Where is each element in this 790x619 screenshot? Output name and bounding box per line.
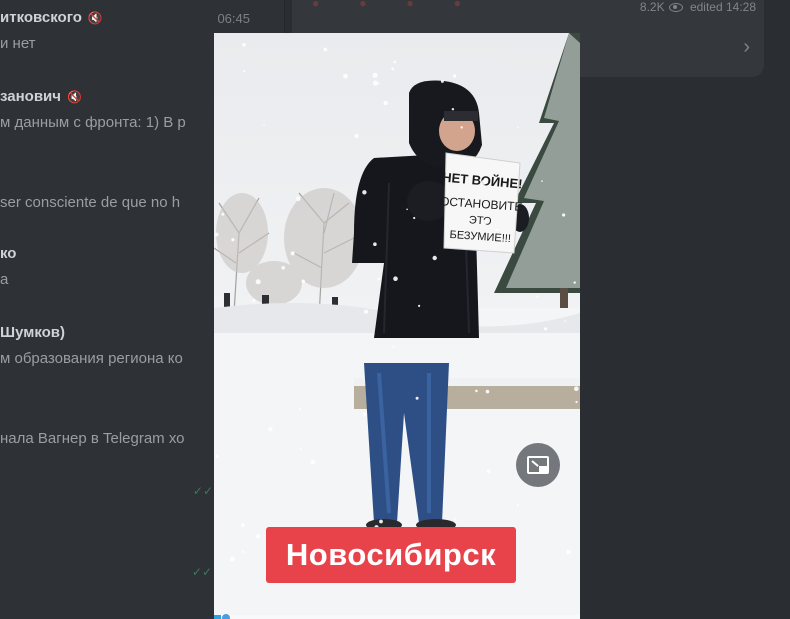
location-caption: Новосибирск bbox=[266, 527, 516, 583]
snowflake bbox=[485, 389, 490, 394]
picture-in-picture-button[interactable] bbox=[516, 443, 560, 487]
snowflake bbox=[393, 60, 397, 64]
snowflake bbox=[391, 67, 395, 71]
double-check-icon: ✓✓ bbox=[191, 565, 212, 579]
snowflake bbox=[475, 389, 478, 393]
snowflake bbox=[454, 518, 457, 522]
snowflake bbox=[323, 47, 328, 52]
snowflake bbox=[215, 454, 219, 459]
snowflake bbox=[379, 519, 383, 524]
post-meta: 8.2K edited 14:28 bbox=[640, 0, 756, 14]
double-check-icon: ✓✓ bbox=[192, 484, 213, 498]
snowflake bbox=[495, 228, 499, 232]
snowflake bbox=[573, 281, 576, 284]
muted-icon: 🔇 bbox=[66, 90, 82, 104]
snowflake bbox=[415, 396, 419, 400]
snowflake bbox=[299, 448, 302, 451]
picture-in-picture-icon bbox=[527, 456, 549, 474]
snowflake bbox=[564, 320, 567, 322]
edited-label: edited 14:28 bbox=[689, 0, 756, 14]
snowflake bbox=[343, 73, 348, 79]
snowflake bbox=[487, 469, 491, 473]
snowflake bbox=[298, 408, 302, 411]
snowflake bbox=[296, 196, 301, 201]
chat-time: 06:45 bbox=[217, 11, 250, 26]
snowflake bbox=[517, 126, 519, 129]
snowflake bbox=[214, 232, 219, 237]
chat-preview: м данным с фронта: 1) В р bbox=[0, 114, 186, 131]
snowflake bbox=[392, 346, 395, 348]
snowflake bbox=[432, 255, 437, 261]
snowflake bbox=[413, 216, 416, 220]
chat-name: ко bbox=[0, 245, 17, 262]
snowflake bbox=[481, 219, 487, 225]
snowflake bbox=[242, 43, 246, 47]
snowflake bbox=[310, 460, 316, 465]
snowflake bbox=[252, 299, 256, 303]
snowflake bbox=[536, 295, 539, 298]
snowflake bbox=[229, 556, 235, 562]
snowflake bbox=[574, 386, 579, 392]
chat-preview: а bbox=[0, 271, 9, 288]
snowflake bbox=[440, 79, 444, 83]
snowflake bbox=[362, 190, 367, 195]
media-viewer[interactable]: НЕТ ВОЙНЕ! ОСТАНОВИТЕ ЭТО БЕЗУМИЕ!!! Нов… bbox=[214, 33, 580, 619]
snowflake bbox=[377, 82, 380, 85]
chat-preview: и нет bbox=[0, 35, 36, 52]
snowflake bbox=[451, 108, 455, 111]
snowflake bbox=[562, 213, 566, 217]
chat-name: итковского 🔇 bbox=[0, 9, 103, 26]
chat-preview: нала Вагнер в Telegram хо bbox=[0, 430, 185, 447]
snowflake bbox=[406, 208, 408, 211]
snowflake bbox=[460, 126, 463, 129]
snowflake bbox=[263, 124, 265, 126]
snowflake bbox=[452, 74, 457, 78]
eye-icon bbox=[668, 3, 683, 12]
snowflake bbox=[516, 504, 520, 507]
video-progress-knob[interactable] bbox=[222, 614, 230, 619]
snowflake bbox=[255, 279, 261, 285]
snowflake bbox=[362, 412, 367, 417]
chat-preview: м образования региона ко bbox=[0, 350, 183, 367]
snowflake bbox=[281, 266, 285, 270]
view-count: 8.2K bbox=[639, 0, 665, 14]
snowflake bbox=[354, 134, 359, 138]
video-progress-fill bbox=[214, 615, 222, 619]
snowflake bbox=[221, 212, 225, 216]
sign-line: ЭТО bbox=[468, 214, 492, 228]
snowflake bbox=[301, 279, 305, 283]
snowflake bbox=[393, 276, 398, 281]
snowflake bbox=[458, 189, 461, 192]
snowflake bbox=[240, 523, 245, 528]
video-progress-bar[interactable] bbox=[214, 615, 580, 619]
snowflake bbox=[377, 277, 381, 281]
snowflake bbox=[544, 327, 548, 331]
snowflake bbox=[241, 550, 245, 553]
snowflake bbox=[364, 309, 369, 314]
snowflake bbox=[231, 238, 235, 242]
chat-name: Шумков) bbox=[0, 324, 66, 341]
snowflake bbox=[372, 72, 378, 78]
chat-preview: ser consciente de que no h bbox=[0, 194, 181, 211]
chat-name: занович 🔇 bbox=[0, 88, 82, 105]
snowflake bbox=[481, 179, 487, 185]
snowflake bbox=[373, 242, 377, 246]
chevron-right-icon[interactable]: › bbox=[743, 36, 750, 59]
snowflake bbox=[383, 100, 388, 106]
muted-icon: 🔇 bbox=[87, 11, 103, 25]
snowflake bbox=[566, 549, 571, 555]
snowflake bbox=[541, 180, 543, 182]
snowflake bbox=[418, 304, 421, 307]
reaction-icons: ●●●● bbox=[312, 0, 501, 10]
snowflake bbox=[290, 251, 295, 256]
snowflake bbox=[256, 534, 260, 539]
snowflake bbox=[372, 80, 379, 86]
snowflake bbox=[268, 426, 273, 432]
snowflake bbox=[243, 70, 246, 73]
snowflake bbox=[575, 400, 578, 404]
